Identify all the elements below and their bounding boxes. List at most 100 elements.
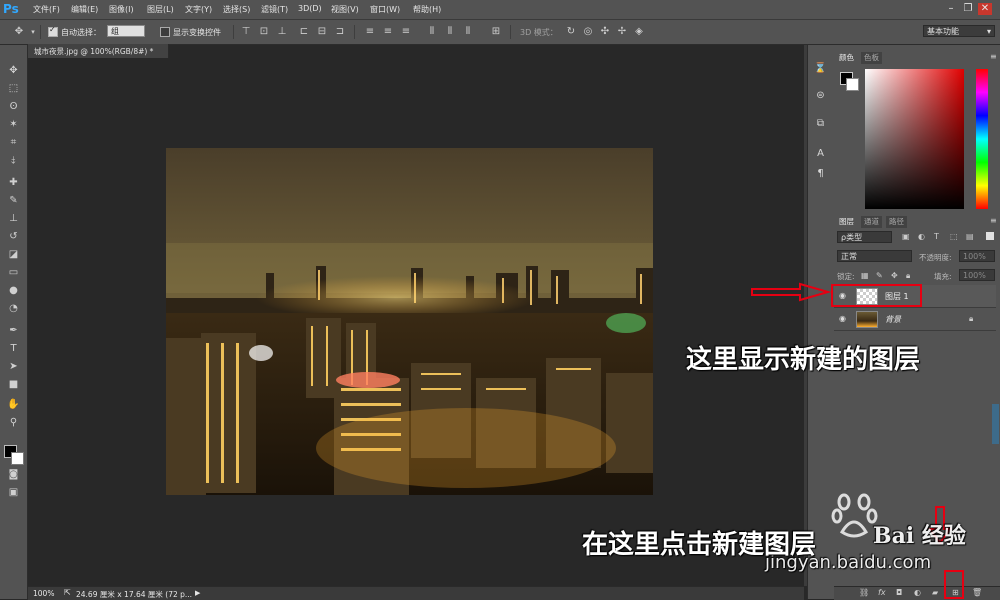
close-button[interactable]: ✕ <box>978 3 992 15</box>
menu-file[interactable]: 文件(F) <box>33 4 60 15</box>
distribute-top-icon[interactable]: ≡ <box>364 26 376 38</box>
lock-position-icon[interactable]: ✥ <box>891 271 898 280</box>
layer-row-background[interactable]: ◉ 背景 🔒︎ <box>834 308 996 331</box>
restore-button[interactable]: ❐ <box>961 3 975 15</box>
paragraph-icon[interactable]: ¶ <box>812 165 829 182</box>
minimize-button[interactable]: – <box>944 3 958 15</box>
new-group-icon[interactable]: ▰ <box>932 588 938 597</box>
align-vcenter-icon[interactable]: ⊡ <box>258 26 270 38</box>
link-layers-icon[interactable]: ⛓ <box>859 588 869 597</box>
adjustments-icon[interactable]: ⧉ <box>812 115 829 132</box>
3d-drag-icon[interactable]: ✣ <box>599 26 611 38</box>
hue-slider[interactable] <box>976 69 988 209</box>
marquee-tool-icon[interactable]: ⬚ <box>6 81 21 96</box>
filter-type-icon[interactable]: T <box>934 232 939 241</box>
filter-smart-icon[interactable]: ▤ <box>966 232 974 241</box>
play-arrow-icon[interactable]: ▶ <box>195 589 200 597</box>
distribute-hcenter-icon[interactable]: ⫴ <box>444 26 456 38</box>
rectangle-tool-icon[interactable]: ■ <box>6 377 21 392</box>
lock-transparent-icon[interactable]: ▦ <box>861 271 869 280</box>
tab-swatches[interactable]: 色板 <box>861 52 882 64</box>
zoom-level[interactable]: 100% <box>33 589 54 598</box>
type-tool-icon[interactable]: T <box>6 341 21 356</box>
auto-align-icon[interactable]: ⊞ <box>490 26 502 38</box>
workspace-dropdown[interactable]: 基本功能 ▾ <box>923 25 995 37</box>
character-icon[interactable]: A <box>812 145 829 162</box>
quick-mask-icon[interactable]: ◙ <box>6 467 21 482</box>
align-bottom-icon[interactable]: ⊥ <box>276 26 288 38</box>
menu-help[interactable]: 帮助(H) <box>413 4 441 15</box>
zoom-tool-icon[interactable]: ⚲ <box>6 415 21 430</box>
dodge-tool-icon[interactable]: ◔ <box>6 301 21 316</box>
menu-window[interactable]: 窗口(W) <box>370 4 400 15</box>
lock-all-icon[interactable]: 🔒︎ <box>906 271 910 281</box>
hand-tool-icon[interactable]: ✋ <box>6 397 21 412</box>
share-icon[interactable]: ⇱ <box>64 588 71 597</box>
move-tool-icon[interactable]: ✥ <box>13 26 25 38</box>
crop-tool-icon[interactable]: ⌗ <box>6 135 21 150</box>
panel-menu-icon[interactable]: ≡ <box>990 216 997 225</box>
eyedropper-tool-icon[interactable]: ⤈ <box>6 153 21 168</box>
align-top-icon[interactable]: ⊤ <box>240 26 252 38</box>
3d-scale-icon[interactable]: ◈ <box>633 26 645 38</box>
opacity-input[interactable]: 100% <box>959 250 995 262</box>
tab-color[interactable]: 颜色 <box>836 52 857 64</box>
layer-filter-dropdown[interactable]: ρ类型 <box>837 231 892 243</box>
adjustment-layer-icon[interactable]: ◐ <box>914 588 921 597</box>
align-right-icon[interactable]: ⊐ <box>334 26 346 38</box>
menu-type[interactable]: 文字(Y) <box>185 4 212 15</box>
distribute-left-icon[interactable]: ⫴ <box>426 26 438 38</box>
properties-icon[interactable]: ⊜ <box>812 87 829 104</box>
healing-brush-tool-icon[interactable]: ✚ <box>6 175 21 190</box>
eraser-tool-icon[interactable]: ◪ <box>6 247 21 262</box>
3d-roll-icon[interactable]: ◎ <box>582 26 594 38</box>
align-hcenter-icon[interactable]: ⊟ <box>316 26 328 38</box>
chevron-down-icon[interactable]: ▾ <box>27 26 39 38</box>
move-tool-icon[interactable]: ✥ <box>6 63 21 78</box>
path-selection-tool-icon[interactable]: ➤ <box>6 359 21 374</box>
menu-layer[interactable]: 图层(L) <box>147 4 174 15</box>
gradient-tool-icon[interactable]: ▭ <box>6 265 21 280</box>
tab-layers[interactable]: 图层 <box>836 216 857 228</box>
pen-tool-icon[interactable]: ✒ <box>6 323 21 338</box>
filter-pixel-icon[interactable]: ▣ <box>902 232 910 241</box>
menu-view[interactable]: 视图(V) <box>331 4 359 15</box>
auto-select-checkbox[interactable]: ✓ <box>48 25 58 37</box>
history-icon[interactable]: ⌛ <box>812 60 829 77</box>
layer-name[interactable]: 背景 <box>885 314 901 325</box>
filter-toggle[interactable] <box>986 232 994 240</box>
distribute-bottom-icon[interactable]: ≡ <box>400 26 412 38</box>
distribute-vcenter-icon[interactable]: ≡ <box>382 26 394 38</box>
tab-paths[interactable]: 路径 <box>886 216 907 228</box>
3d-rotate-icon[interactable]: ↻ <box>565 26 577 38</box>
menu-3d[interactable]: 3D(D) <box>298 4 322 13</box>
document-tab[interactable]: 城市夜景.jpg @ 100%(RGB/8#) * <box>28 44 169 58</box>
menu-image[interactable]: 图像(I) <box>109 4 134 15</box>
blur-tool-icon[interactable]: ● <box>6 283 21 298</box>
delete-layer-icon[interactable]: 🗑︎ <box>972 588 982 597</box>
eye-icon[interactable]: ◉ <box>839 314 846 323</box>
fx-icon[interactable]: fx <box>878 588 886 597</box>
align-left-icon[interactable]: ⊏ <box>298 26 310 38</box>
screen-mode-icon[interactable]: ▣ <box>6 485 21 500</box>
brush-tool-icon[interactable]: ✎ <box>6 193 21 208</box>
menu-edit[interactable]: 编辑(E) <box>71 4 98 15</box>
menu-select[interactable]: 选择(S) <box>223 4 250 15</box>
filter-shape-icon[interactable]: ⬚ <box>950 232 958 241</box>
color-field[interactable] <box>865 69 964 209</box>
magic-wand-tool-icon[interactable]: ✶ <box>6 117 21 132</box>
filter-adjustment-icon[interactable]: ◐ <box>918 232 925 241</box>
clone-stamp-tool-icon[interactable]: ⊥ <box>6 211 21 226</box>
show-transform-checkbox[interactable] <box>160 27 170 37</box>
blend-mode-dropdown[interactable]: 正常 <box>837 250 912 262</box>
distribute-right-icon[interactable]: ⫴ <box>462 26 474 38</box>
tab-channels[interactable]: 通道 <box>861 216 882 228</box>
auto-select-dropdown[interactable]: 组 <box>107 25 145 37</box>
panel-scroll-thumb[interactable] <box>992 404 999 444</box>
add-mask-icon[interactable]: ◘ <box>896 588 902 597</box>
3d-slide-icon[interactable]: ✢ <box>616 26 628 38</box>
menu-filter[interactable]: 滤镜(T) <box>261 4 288 15</box>
lasso-tool-icon[interactable]: ʘ <box>6 99 21 114</box>
panel-menu-icon[interactable]: ≡ <box>990 52 997 61</box>
color-bg-swatch[interactable] <box>846 78 859 91</box>
